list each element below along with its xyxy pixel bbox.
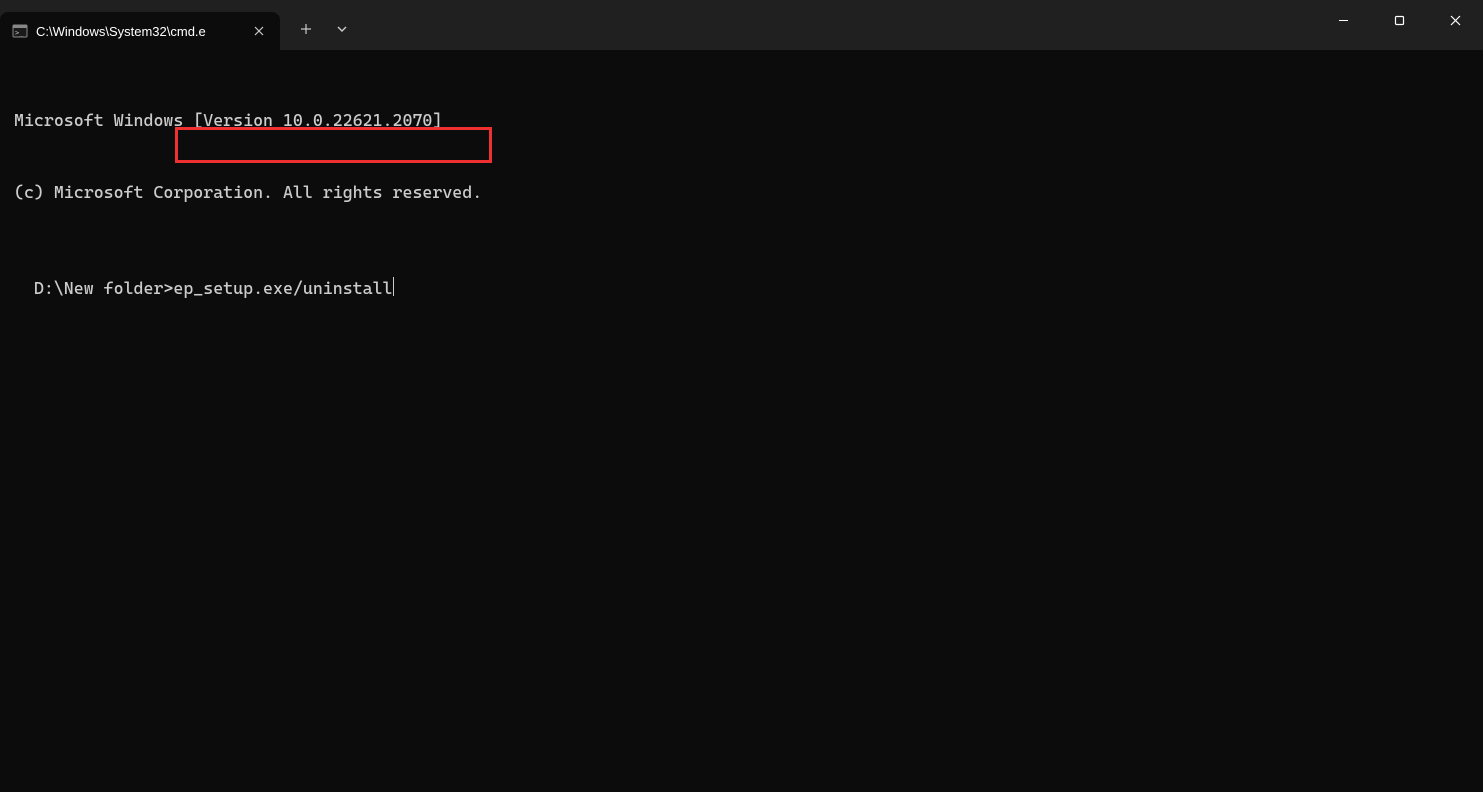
chevron-down-icon <box>337 26 347 32</box>
terminal-prompt: D:\New folder> <box>34 278 173 298</box>
tab-title: C:\Windows\System32\cmd.e <box>36 24 242 39</box>
tab-cmd[interactable]: >_ C:\Windows\System32\cmd.e <box>0 12 280 50</box>
maximize-button[interactable] <box>1371 0 1427 40</box>
minimize-button[interactable] <box>1315 0 1371 40</box>
terminal-output-line: (c) Microsoft Corporation. All rights re… <box>14 180 1469 204</box>
close-tab-button[interactable] <box>250 22 268 40</box>
terminal-prompt-line: D:\New folder>ep_setup.exe/uninstall <box>34 276 394 300</box>
titlebar: >_ C:\Windows\System32\cmd.e <box>0 0 1483 50</box>
window-controls <box>1315 0 1483 40</box>
new-tab-button[interactable] <box>288 11 324 47</box>
terminal-cursor <box>393 277 394 296</box>
terminal-content[interactable]: Microsoft Windows [Version 10.0.22621.20… <box>0 50 1483 310</box>
close-window-button[interactable] <box>1427 0 1483 40</box>
tab-dropdown-button[interactable] <box>324 11 360 47</box>
cmd-icon: >_ <box>12 23 28 39</box>
terminal-output-line: Microsoft Windows [Version 10.0.22621.20… <box>14 108 1469 132</box>
svg-text:>_: >_ <box>15 29 24 37</box>
terminal-command: ep_setup.exe/uninstall <box>173 278 392 298</box>
